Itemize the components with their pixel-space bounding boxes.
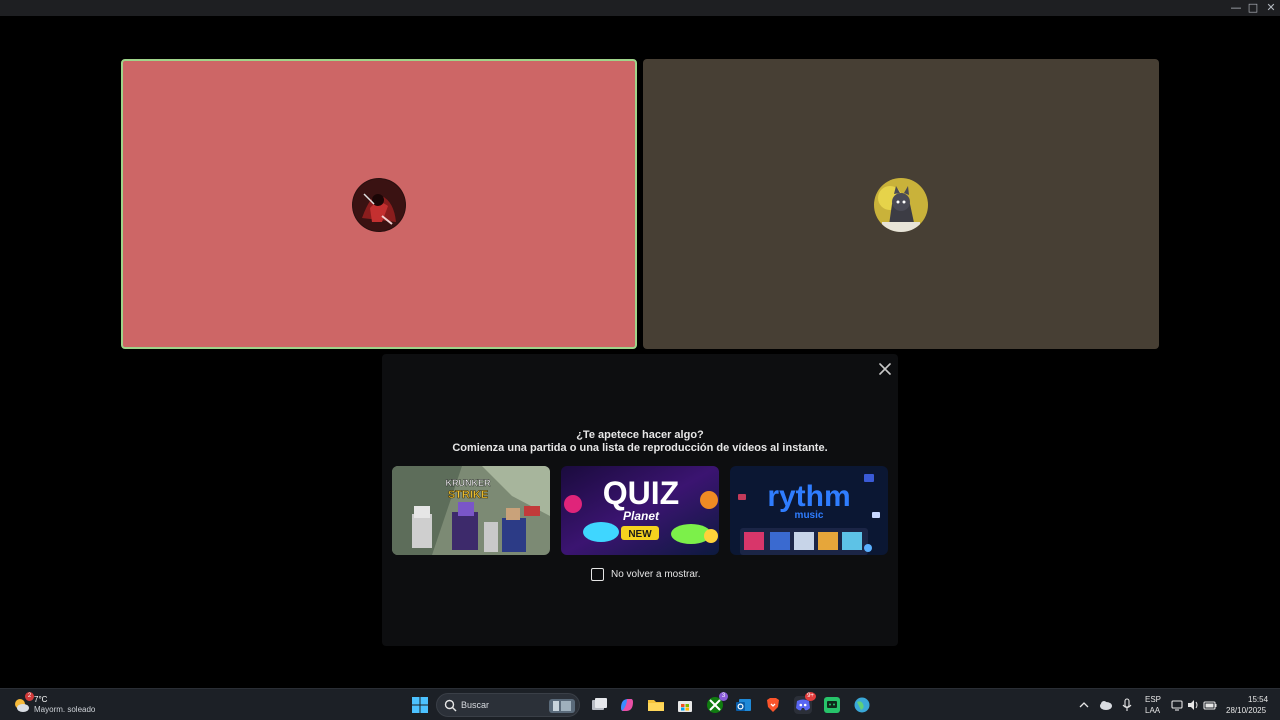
window-title-bar: — □ ✕ [0, 0, 1280, 16]
participant-avatar-1 [352, 178, 406, 232]
volume-icon[interactable] [1186, 696, 1204, 714]
clock-date[interactable]: 28/10/2025 [1226, 706, 1266, 716]
brave-browser-icon[interactable] [764, 696, 782, 714]
taskbar: 2 7°C Mayorm. soleado Buscar 3 9+ ESP LA… [0, 688, 1280, 720]
taskbar-search[interactable]: Buscar [436, 693, 580, 717]
activity-card-quiz-planet[interactable]: QUIZ Planet NEW [561, 466, 719, 555]
maximize-button[interactable]: □ [1246, 1, 1260, 15]
microphone-icon[interactable] [1120, 696, 1138, 714]
dont-show-label: No volver a mostrar. [611, 568, 701, 580]
file-explorer-icon[interactable] [647, 696, 665, 714]
globe-app-icon[interactable] [853, 696, 871, 714]
partly-sunny-icon: 2 [12, 692, 34, 714]
weather-badge: 2 [25, 692, 34, 701]
activity-card-krunker-strike[interactable]: KRUNKER STRIKE [392, 466, 550, 555]
outlook-icon[interactable] [735, 696, 753, 714]
close-icon[interactable] [876, 360, 894, 378]
windows-start-icon[interactable] [411, 696, 429, 714]
close-window-button[interactable]: ✕ [1264, 1, 1278, 15]
copilot-icon[interactable] [618, 696, 636, 714]
search-label: Buscar [461, 700, 490, 710]
chat-app-icon[interactable] [823, 696, 841, 714]
quiz-logo-text: QUIZ [603, 475, 679, 511]
participant-avatar-2 [874, 178, 928, 232]
activity-panel: ¿Te apetece hacer algo? Comienza una par… [382, 354, 898, 646]
language-indicator[interactable]: ESP [1145, 695, 1161, 705]
discord-badge: 9+ [805, 692, 816, 701]
discord-icon[interactable]: 9+ [794, 692, 816, 714]
keyboard-layout-indicator[interactable]: LAA [1145, 706, 1160, 716]
strike-logo-text: STRIKE [448, 489, 488, 501]
panel-title: ¿Te apetece hacer algo? [576, 429, 704, 441]
weather-temperature: 7°C [34, 695, 48, 704]
minimize-button[interactable]: — [1229, 1, 1243, 15]
krunker-logo-text: KRUNKER [446, 478, 492, 488]
weather-condition: Mayorm. soleado [34, 705, 96, 714]
dont-show-again[interactable]: No volver a mostrar. [591, 567, 700, 581]
search-highlight-icon [549, 699, 575, 713]
clock-time[interactable]: 15:54 [1248, 695, 1268, 705]
battery-icon[interactable] [1203, 696, 1221, 714]
new-badge-text: NEW [628, 529, 652, 540]
xbox-icon[interactable]: 3 [706, 692, 728, 714]
activity-card-rythm[interactable]: rythm music [730, 466, 888, 555]
panel-subtitle: Comienza una partida o una lista de repr… [452, 442, 828, 454]
participant-tile-1[interactable] [121, 59, 637, 349]
task-view-icon[interactable] [590, 696, 608, 714]
planet-logo-text: Planet [623, 509, 660, 523]
cloud-sync-icon[interactable] [1098, 696, 1116, 714]
dont-show-checkbox[interactable] [591, 567, 604, 581]
search-icon [444, 699, 457, 712]
chevron-up-icon[interactable] [1077, 696, 1095, 714]
xbox-badge: 3 [719, 692, 728, 701]
rythm-logo-text: rythm [767, 480, 850, 513]
participant-tile-2[interactable] [643, 59, 1159, 349]
rythm-music-text: music [795, 510, 824, 521]
weather-widget[interactable]: 2 7°C Mayorm. soleado [12, 692, 96, 717]
microsoft-store-icon[interactable] [676, 696, 694, 714]
